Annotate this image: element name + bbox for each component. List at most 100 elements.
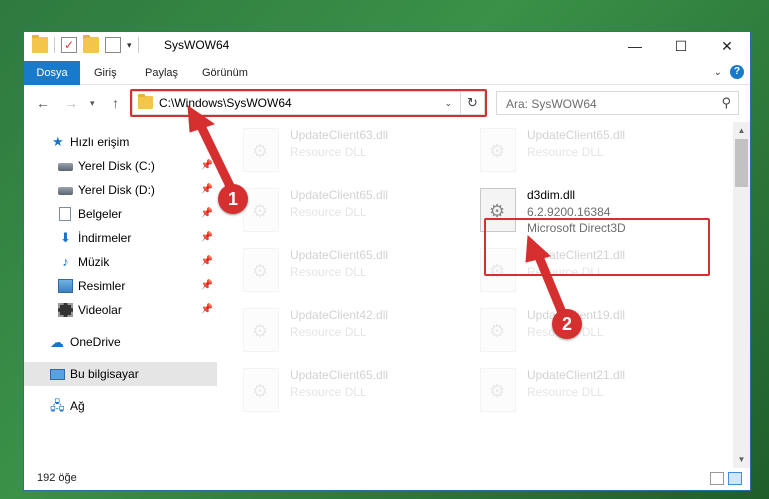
gear-icon: ⚙ xyxy=(252,201,269,221)
file-name: UpdateClient65.dll xyxy=(290,188,389,202)
download-icon: ⬇ xyxy=(60,230,71,245)
tab-share[interactable]: Paylaş xyxy=(145,61,178,85)
search-input[interactable]: Ara: SysWOW64 ⚲ xyxy=(496,91,739,115)
nav-item-this-pc[interactable]: Bu bilgisayar xyxy=(24,362,217,386)
gear-icon: ⚙ xyxy=(252,261,269,281)
properties-check-icon[interactable]: ✓ xyxy=(61,37,77,53)
scroll-down-icon[interactable]: ▼ xyxy=(733,451,750,468)
folder-icon[interactable] xyxy=(32,35,48,53)
star-icon: ★ xyxy=(52,134,64,149)
nav-item-local-disk-c[interactable]: Yerel Disk (C:) 📌 xyxy=(24,154,217,178)
file-tile[interactable]: ⚙ UpdateClient19.dll Resource DLL xyxy=(470,304,690,360)
pin-icon[interactable]: 📌 xyxy=(201,154,213,178)
pin-icon[interactable]: 📌 xyxy=(201,202,213,226)
quick-access-toolbar: ✓ ▾ xyxy=(32,35,139,53)
maximize-button[interactable]: ☐ xyxy=(658,32,704,60)
pin-icon[interactable]: 📌 xyxy=(201,274,213,298)
scroll-up-icon[interactable]: ▲ xyxy=(733,122,750,139)
ribbon-right-controls: ⌄ ? xyxy=(714,65,744,79)
nav-item-label: İndirmeler xyxy=(78,231,132,245)
search-placeholder: Ara: SysWOW64 xyxy=(506,97,597,111)
nav-item-quick-access[interactable]: ★ Hızlı erişim xyxy=(24,130,217,154)
divider xyxy=(137,37,139,53)
cloud-icon: ☁ xyxy=(50,334,64,350)
window-title: SysWOW64 xyxy=(164,38,230,52)
file-tile[interactable]: ⚙ UpdateClient65.dll Resource DLL xyxy=(470,124,690,180)
file-name: UpdateClient63.dll xyxy=(290,128,389,142)
nav-item-downloads[interactable]: ⬇ İndirmeler 📌 xyxy=(24,226,217,250)
item-count: 192 öğe xyxy=(37,472,77,484)
title-bar: ✓ ▾ SysWOW64 — ☐ ✕ xyxy=(24,32,750,60)
file-name: d3dim.dll xyxy=(527,188,576,202)
dll-file-icon: ⚙ xyxy=(243,128,279,172)
nav-item-videos[interactable]: Videolar 📌 xyxy=(24,298,217,322)
scroll-thumb[interactable] xyxy=(735,139,748,187)
pin-icon[interactable]: 📌 xyxy=(201,298,213,322)
search-icon[interactable]: ⚲ xyxy=(721,95,731,111)
file-highlight-box xyxy=(484,218,710,276)
nav-item-pictures[interactable]: Resimler 📌 xyxy=(24,274,217,298)
nav-item-onedrive[interactable]: ☁ OneDrive xyxy=(24,330,217,354)
dll-file-icon: ⚙ xyxy=(480,368,516,412)
file-type: Resource DLL xyxy=(527,145,604,159)
address-row: ← → ▾ ↑ C:\Windows\SysWOW64 ⌄ ↻ Ara: Sys… xyxy=(24,86,750,120)
recent-locations-icon[interactable]: ▾ xyxy=(90,98,95,109)
nav-item-label: Yerel Disk (C:) xyxy=(78,159,155,173)
step-1-badge: 1 xyxy=(218,184,248,214)
vertical-scrollbar[interactable]: ▲ ▼ xyxy=(733,122,750,468)
file-type: Resource DLL xyxy=(527,385,604,399)
nav-item-music[interactable]: ♪ Müzik 📌 xyxy=(24,250,217,274)
nav-item-label: Yerel Disk (D:) xyxy=(78,183,155,197)
tab-view[interactable]: Görünüm xyxy=(202,61,248,85)
help-icon[interactable]: ? xyxy=(730,65,744,79)
file-tile[interactable]: ⚙ UpdateClient65.dll Resource DLL xyxy=(233,244,453,300)
file-name: UpdateClient21.dll xyxy=(527,368,626,382)
file-list: ⚙ UpdateClient63.dll Resource DLL ⚙ Upda… xyxy=(233,124,733,468)
network-icon: 🖧 xyxy=(50,398,65,413)
pin-icon[interactable]: 📌 xyxy=(201,178,213,202)
video-icon xyxy=(58,303,73,317)
drive-icon xyxy=(58,187,73,195)
view-list-icon[interactable] xyxy=(105,37,121,53)
file-tile[interactable]: ⚙ UpdateClient65.dll Resource DLL xyxy=(233,364,453,420)
gear-icon: ⚙ xyxy=(252,321,269,341)
file-tile[interactable]: ⚙ UpdateClient63.dll Resource DLL xyxy=(233,124,453,180)
address-highlight-box xyxy=(130,89,487,117)
nav-item-label: Müzik xyxy=(78,255,110,269)
ribbon-tabs: Dosya Giriş Paylaş Görünüm ⌄ ? xyxy=(24,61,750,85)
forward-arrow-icon[interactable]: → xyxy=(64,95,78,111)
minimize-button[interactable]: — xyxy=(612,32,658,60)
back-arrow-icon[interactable]: ← xyxy=(36,95,50,111)
tab-home[interactable]: Giriş xyxy=(94,61,117,85)
file-name: UpdateClient65.dll xyxy=(290,248,389,262)
computer-icon xyxy=(50,369,65,380)
file-tile[interactable]: ⚙ UpdateClient21.dll Resource DLL xyxy=(470,364,690,420)
file-tile[interactable]: ⚙ UpdateClient65.dll Resource DLL xyxy=(233,184,453,240)
up-arrow-icon[interactable]: ↑ xyxy=(112,95,119,111)
dll-file-icon: ⚙ xyxy=(243,368,279,412)
expand-ribbon-icon[interactable]: ⌄ xyxy=(714,67,722,78)
new-folder-icon[interactable] xyxy=(83,35,99,53)
tiles-view-icon[interactable] xyxy=(728,472,742,485)
file-type: Resource DLL xyxy=(290,265,367,279)
file-explorer-window: ✓ ▾ SysWOW64 — ☐ ✕ Dosya Giriş Paylaş Gö… xyxy=(23,31,751,491)
close-button[interactable]: ✕ xyxy=(704,32,750,60)
dll-file-icon: ⚙ xyxy=(480,308,516,352)
pictures-icon xyxy=(58,279,73,293)
details-view-icon[interactable] xyxy=(710,472,724,485)
file-tile[interactable]: ⚙ UpdateClient42.dll Resource DLL xyxy=(233,304,453,360)
pin-icon[interactable]: 📌 xyxy=(201,226,213,250)
nav-item-network[interactable]: 🖧 Ağ xyxy=(24,394,217,418)
pin-icon[interactable]: 📌 xyxy=(201,250,213,274)
nav-item-local-disk-d[interactable]: Yerel Disk (D:) 📌 xyxy=(24,178,217,202)
file-name: UpdateClient42.dll xyxy=(290,308,389,322)
nav-item-label: Ağ xyxy=(70,399,85,413)
nav-item-documents[interactable]: Belgeler 📌 xyxy=(24,202,217,226)
chevron-down-icon[interactable]: ▾ xyxy=(127,40,132,51)
gear-icon: ⚙ xyxy=(252,381,269,401)
documents-icon xyxy=(59,207,71,221)
tab-file[interactable]: Dosya xyxy=(24,61,80,85)
gear-icon: ⚙ xyxy=(252,141,269,161)
file-name: UpdateClient65.dll xyxy=(527,128,626,142)
drive-icon xyxy=(58,163,73,171)
